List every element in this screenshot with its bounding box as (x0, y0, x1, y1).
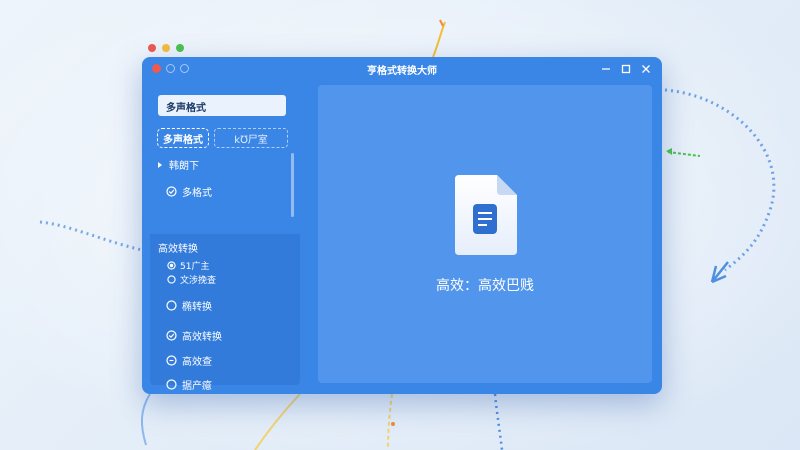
radio-selected-icon (167, 261, 176, 270)
maximize-button[interactable] (618, 61, 634, 77)
close-button[interactable] (638, 61, 654, 77)
minimize-button[interactable] (598, 61, 614, 77)
sidebar: 多声格式 多声格式 k℧尸室 韩朗下 多格式 高效转换 51广主 文涉挽查 椭转… (150, 87, 300, 392)
circle-icon (166, 379, 177, 390)
radio-icon (167, 275, 176, 284)
sidebar-item-label: 韩朗下 (169, 161, 199, 172)
sidebar-subitem-label: 文涉挽查 (180, 276, 217, 286)
sidebar-group-title: 高效转换 (158, 244, 198, 255)
sidebar-item-expand[interactable]: 韩朗下 (156, 157, 199, 172)
sidebar-item-label: 多格式 (182, 188, 212, 199)
sidebar-item-convert-3[interactable]: 高效查 (166, 353, 212, 368)
circle-icon (166, 300, 177, 311)
ghost-yellow-dot (162, 44, 170, 52)
ghost-green-dot (176, 44, 184, 52)
main-caption: 高效：高效巴贱 (436, 278, 534, 294)
close-icon (642, 65, 650, 73)
sidebar-item-label: 椭转换 (182, 302, 212, 313)
mode-tab-active[interactable]: 多声格式 (157, 128, 209, 148)
app-window: 亨格式转换大师 多声格式 多声格式 k℧尸室 韩朗下 多格式 高效转换 51广主… (142, 57, 662, 394)
sidebar-item-label: 据产癔 (182, 381, 212, 392)
format-search-box[interactable]: 多声格式 (158, 95, 286, 116)
mode-tab-inactive[interactable]: k℧尸室 (214, 128, 288, 148)
sidebar-subitem[interactable]: 文涉挽查 (167, 273, 216, 286)
sidebar-item-label: 高效转换 (182, 332, 222, 343)
sidebar-subitem-selected[interactable]: 51广主 (167, 259, 209, 272)
window-controls (598, 61, 654, 77)
background-window-dots (148, 44, 184, 52)
sidebar-item-convert-2[interactable]: 高效转换 (166, 328, 222, 343)
title-bar: 亨格式转换大师 (142, 57, 662, 81)
sidebar-item-label: 高效查 (182, 357, 212, 368)
window-title: 亨格式转换大师 (367, 66, 437, 77)
sidebar-subitem-label: 51广主 (180, 262, 210, 272)
document-icon (455, 175, 517, 255)
chevron-right-icon (156, 161, 164, 169)
check-circle-icon (166, 330, 177, 341)
main-drop-panel[interactable]: 高效：高效巴贱 (318, 85, 652, 383)
sidebar-item-convert-4[interactable]: 据产癔 (166, 377, 212, 392)
minimize-icon (602, 68, 610, 70)
sidebar-item-convert-1[interactable]: 椭转换 (166, 298, 212, 313)
circle-dot-icon (166, 355, 177, 366)
sidebar-scrollbar[interactable] (291, 153, 294, 217)
sidebar-item-multi-format[interactable]: 多格式 (166, 184, 212, 199)
ghost-red-dot (148, 44, 156, 52)
check-circle-icon (166, 186, 177, 197)
maximize-icon (621, 64, 631, 74)
